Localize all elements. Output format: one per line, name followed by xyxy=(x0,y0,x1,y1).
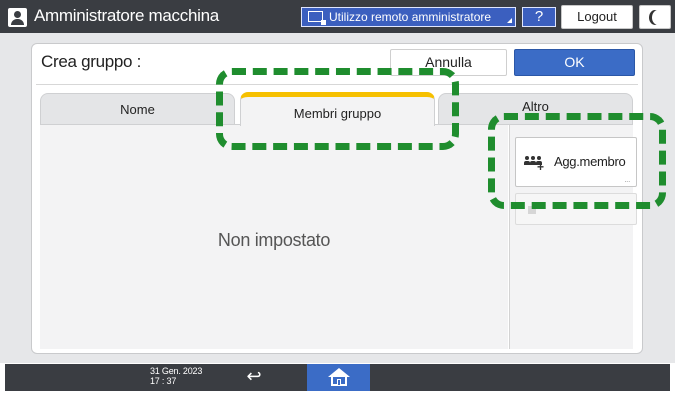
app-title: Amministratore macchina xyxy=(34,6,219,25)
highlight-callout-tab xyxy=(216,68,459,150)
corner-triangle-icon xyxy=(507,18,512,23)
user-icon xyxy=(8,8,27,27)
help-button[interactable]: ? xyxy=(522,7,556,27)
energy-saver-button[interactable] xyxy=(639,5,671,29)
ok-button[interactable]: OK xyxy=(514,49,635,76)
remote-admin-button[interactable]: Utilizzo remoto amministratore xyxy=(301,7,516,27)
logout-button[interactable]: Logout xyxy=(561,5,633,29)
moon-icon xyxy=(652,10,664,25)
date-text: 31 Gen. 2023 xyxy=(150,366,203,376)
dialog-title: Crea gruppo : xyxy=(41,52,142,71)
remote-admin-icon xyxy=(308,11,326,25)
time-text: 17 : 37 xyxy=(150,376,177,386)
highlight-callout-button xyxy=(488,113,666,209)
tab-nome[interactable]: Nome xyxy=(40,93,235,124)
date-time: 31 Gen. 2023 17 : 37 xyxy=(150,366,220,386)
back-button[interactable]: ↩ xyxy=(236,364,272,391)
home-button[interactable] xyxy=(307,364,370,391)
back-arrow-icon: ↩ xyxy=(246,366,262,386)
home-icon-door xyxy=(337,379,341,386)
remote-admin-label: Utilizzo remoto amministratore xyxy=(329,10,492,24)
empty-state-text: Non impostato xyxy=(217,230,331,250)
